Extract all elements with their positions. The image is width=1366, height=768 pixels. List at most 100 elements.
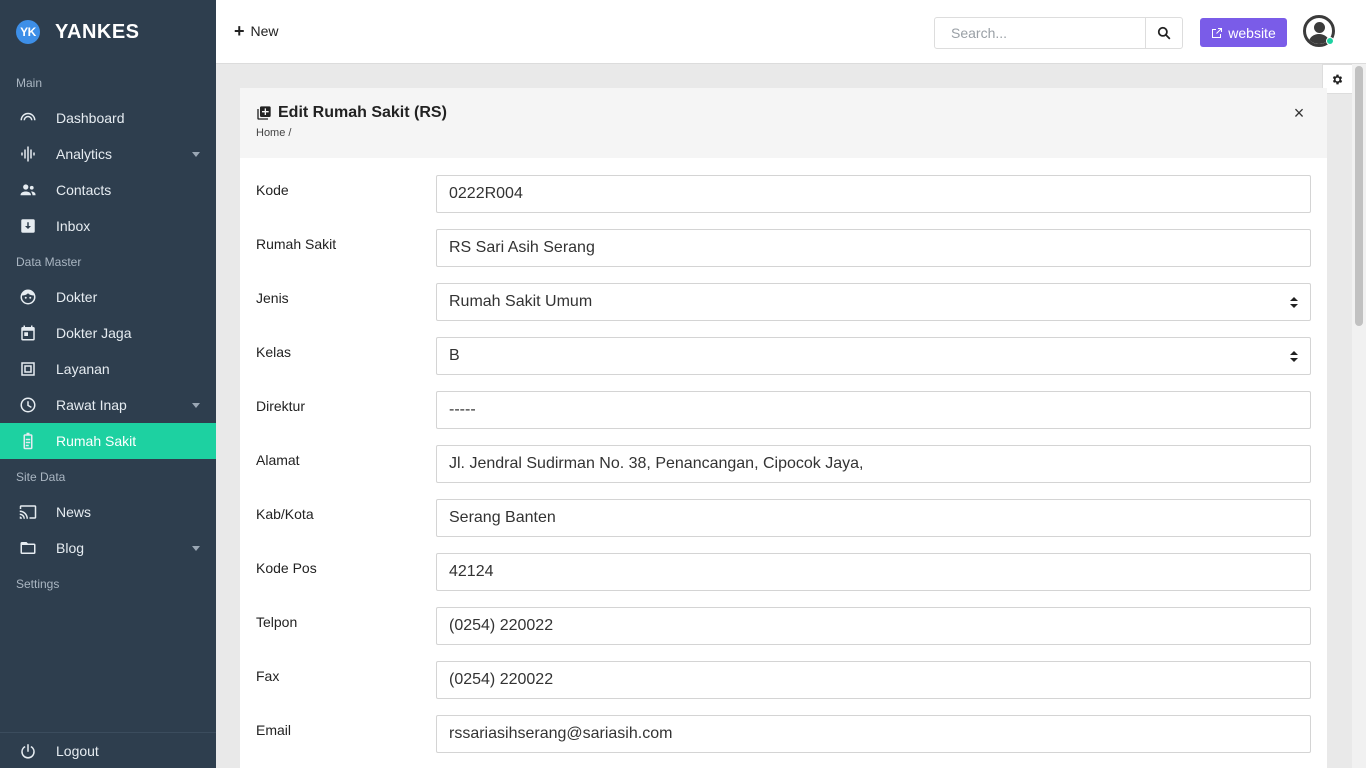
sidebar: YK YANKES Main Dashboard Analytics Contacts…	[0, 0, 216, 768]
sidebar-item-label: Rumah Sakit	[56, 433, 137, 449]
gear-icon	[1332, 74, 1343, 84]
field-label: Direktur	[256, 398, 306, 414]
brand[interactable]: YK YANKES	[0, 0, 216, 64]
form-row-telpon: Telpon (0254) 220022	[240, 607, 1327, 661]
form-row-email: Email rssariasihserang@sariasih.com	[240, 715, 1327, 768]
chevron-down-icon	[192, 152, 200, 157]
form-row-kelas: Kelas B	[240, 337, 1327, 391]
inbox-icon	[18, 216, 38, 236]
sidebar-item-label: Blog	[56, 540, 85, 556]
sort-arrows-icon	[1290, 351, 1298, 363]
email-input[interactable]: rssariasihserang@sariasih.com	[436, 715, 1311, 753]
new-button-label: New	[250, 23, 279, 39]
plus-icon: +	[234, 21, 245, 41]
sidebar-item-analytics[interactable]: Analytics	[0, 136, 216, 172]
field-value: RS Sari Asih Serang	[449, 239, 595, 256]
fax-input[interactable]: (0254) 220022	[436, 661, 1311, 699]
breadcrumb[interactable]: Home /	[256, 127, 291, 139]
sidebar-nav: Main Dashboard Analytics Contacts Inbox Data …	[0, 73, 216, 594]
field-label: Kode Pos	[256, 560, 317, 576]
field-label: Fax	[256, 668, 280, 684]
search-button[interactable]	[1145, 17, 1183, 49]
sidebar-item-rawat-inap[interactable]: Rawat Inap	[0, 387, 216, 423]
hospital-icon	[18, 431, 38, 451]
alamat-input[interactable]: Jl. Jendral Sudirman No. 38, Penancangan…	[436, 445, 1311, 483]
form-row-alamat: Alamat Jl. Jendral Sudirman No. 38, Penan…	[240, 445, 1327, 499]
close-icon[interactable]: ×	[1291, 103, 1307, 123]
sidebar-item-label: Analytics	[56, 146, 113, 162]
field-label: Kelas	[256, 344, 292, 360]
sidebar-section-label: Settings	[16, 577, 60, 591]
kab-kota-input[interactable]: Serang Banten	[436, 499, 1311, 537]
gauge-icon	[18, 108, 38, 128]
service-icon	[18, 359, 38, 379]
field-label: Telpon	[256, 614, 298, 630]
form-row-fax: Fax (0254) 220022	[240, 661, 1327, 715]
field-label: Jenis	[256, 290, 289, 306]
field-value: (0254) 220022	[449, 617, 554, 634]
sidebar-item-label: Layanan	[56, 361, 110, 377]
scrollbar-thumb[interactable]	[1355, 66, 1363, 326]
calendar-icon	[18, 323, 38, 343]
contacts-icon	[18, 180, 38, 200]
scrollbar[interactable]	[1352, 64, 1366, 768]
brand-name: YANKES	[55, 20, 140, 43]
field-value: B	[449, 347, 460, 364]
telpon-input[interactable]: (0254) 220022	[436, 607, 1311, 645]
sidebar-item-label: Dokter Jaga	[56, 325, 132, 341]
topbar: + New website	[216, 0, 1366, 64]
field-value: 42124	[449, 563, 494, 580]
search-icon	[1157, 26, 1171, 40]
field-value: Rumah Sakit Umum	[449, 293, 593, 310]
online-status-dot	[1326, 37, 1334, 45]
field-label: Kab/Kota	[256, 506, 314, 522]
form-row-rumah-sakit: Rumah Sakit RS Sari Asih Serang	[240, 229, 1327, 283]
sidebar-item-dokter-jaga[interactable]: Dokter Jaga	[0, 315, 216, 351]
sidebar-section-label: Main	[16, 76, 43, 90]
sidebar-item-label: News	[56, 504, 92, 520]
hospital-form: Kode 0222R004 Rumah Sakit RS Sari Asih Sera…	[240, 158, 1327, 768]
sidebar-item-dokter[interactable]: Dokter	[0, 279, 216, 315]
chevron-down-icon	[192, 546, 200, 551]
logout-label: Logout	[56, 742, 99, 759]
logout-button[interactable]: Logout	[0, 732, 216, 768]
sidebar-item-label: Inbox	[56, 218, 91, 234]
kode-pos-input[interactable]: 42124	[436, 553, 1311, 591]
field-value: (0254) 220022	[449, 671, 554, 688]
sidebar-item-dashboard[interactable]: Dashboard	[0, 100, 216, 136]
sidebar-item-label: Rawat Inap	[56, 397, 127, 413]
clock-icon	[18, 395, 38, 415]
form-row-kode: Kode 0222R004	[240, 175, 1327, 229]
field-value: -----	[449, 401, 476, 418]
card-header: Edit Rumah Sakit (RS) Home / ×	[240, 88, 1327, 158]
kelas-select[interactable]: B	[436, 337, 1311, 375]
search-input[interactable]	[934, 17, 1146, 49]
sidebar-item-inbox[interactable]: Inbox	[0, 208, 216, 244]
add-box-icon	[257, 106, 271, 120]
form-row-jenis: Jenis Rumah Sakit Umum	[240, 283, 1327, 337]
edit-card: Edit Rumah Sakit (RS) Home / × Kode 0222R…	[240, 88, 1327, 768]
page-title: Edit Rumah Sakit (RS)	[278, 104, 447, 121]
sidebar-item-label: Dokter	[56, 289, 98, 305]
doctor-icon	[18, 287, 38, 307]
sidebar-item-contacts[interactable]: Contacts	[0, 172, 216, 208]
field-label: Email	[256, 722, 292, 738]
external-link-icon	[1212, 27, 1223, 38]
sidebar-item-layanan[interactable]: Layanan	[0, 351, 216, 387]
cast-icon	[18, 502, 38, 522]
website-button[interactable]: website	[1200, 18, 1287, 47]
sidebar-item-blog[interactable]: Blog	[0, 530, 216, 566]
jenis-select[interactable]: Rumah Sakit Umum	[436, 283, 1311, 321]
field-value: 0222R004	[449, 185, 523, 202]
kode-input[interactable]: 0222R004	[436, 175, 1311, 213]
sidebar-item-rumah-sakit[interactable]: Rumah Sakit	[0, 423, 216, 459]
direktur-input[interactable]: -----	[436, 391, 1311, 429]
sort-arrows-icon	[1290, 297, 1298, 309]
new-button[interactable]: + New	[234, 22, 279, 40]
sidebar-section-label: Site Data	[16, 470, 66, 484]
rumah-sakit-input[interactable]: RS Sari Asih Serang	[436, 229, 1311, 267]
analytics-icon	[18, 144, 38, 164]
field-value: Serang Banten	[449, 509, 556, 526]
sidebar-section-label: Data Master	[16, 255, 82, 269]
sidebar-item-news[interactable]: News	[0, 494, 216, 530]
